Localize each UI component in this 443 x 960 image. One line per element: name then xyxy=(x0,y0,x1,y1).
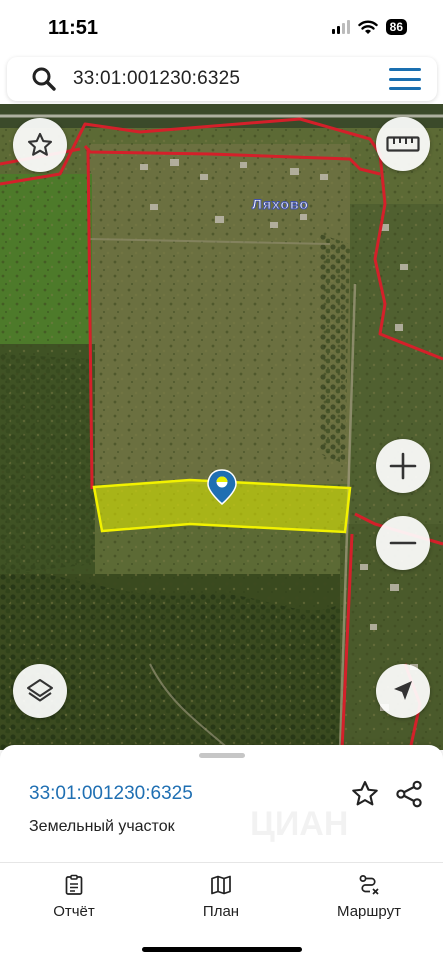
tab-report-label: Отчёт xyxy=(53,903,95,920)
navigation-arrow-icon xyxy=(394,681,412,700)
menu-icon[interactable] xyxy=(389,68,421,90)
village-label: Ляхово xyxy=(252,196,309,213)
object-type: Земельный участок xyxy=(29,818,175,835)
wifi-icon xyxy=(357,20,378,34)
bottom-tab-bar: Отчёт План Маршрут xyxy=(0,862,443,960)
cadastral-number[interactable]: 33:01:001230:6325 xyxy=(29,783,193,805)
search-icon[interactable] xyxy=(31,66,57,92)
status-icons: 86 xyxy=(331,19,407,35)
search-input[interactable]: 33:01:001230:6325 xyxy=(73,68,240,90)
zoom-in-button[interactable] xyxy=(376,439,430,493)
status-bar: 11:51 86 xyxy=(0,0,443,52)
favorite-button[interactable] xyxy=(13,118,67,172)
tab-route-label: Маршрут xyxy=(337,903,401,920)
ruler-icon xyxy=(386,136,420,152)
home-indicator[interactable] xyxy=(142,947,302,952)
ruler-button[interactable] xyxy=(376,117,430,171)
cellular-signal-icon xyxy=(331,20,350,34)
map-view[interactable]: Ляхово xyxy=(0,104,443,750)
battery-indicator: 86 xyxy=(385,19,407,35)
drag-handle[interactable] xyxy=(199,753,245,758)
report-icon xyxy=(65,874,83,895)
share-icon[interactable] xyxy=(394,779,424,809)
tab-plan-label: План xyxy=(202,903,240,920)
tab-report[interactable]: Отчёт xyxy=(19,873,129,920)
zoom-out-button[interactable] xyxy=(376,516,430,570)
minus-icon xyxy=(389,541,417,545)
watermark: ЦИАН xyxy=(250,805,349,843)
tab-route[interactable]: Маршрут xyxy=(314,873,424,920)
satellite-imagery xyxy=(0,104,443,750)
route-icon xyxy=(359,875,379,895)
layers-button[interactable] xyxy=(13,664,67,718)
plus-icon xyxy=(389,452,417,480)
parcel-info-card[interactable]: ЦИАН 33:01:001230:6325 Земельный участок xyxy=(0,745,443,865)
my-location-button[interactable] xyxy=(376,664,430,718)
layers-icon xyxy=(27,679,53,702)
star-icon xyxy=(27,132,53,156)
search-bar[interactable]: 33:01:001230:6325 xyxy=(7,57,437,101)
star-icon[interactable] xyxy=(350,779,380,809)
status-time: 11:51 xyxy=(48,17,99,39)
map-plan-icon xyxy=(211,875,231,895)
tab-plan[interactable]: План xyxy=(166,873,276,920)
